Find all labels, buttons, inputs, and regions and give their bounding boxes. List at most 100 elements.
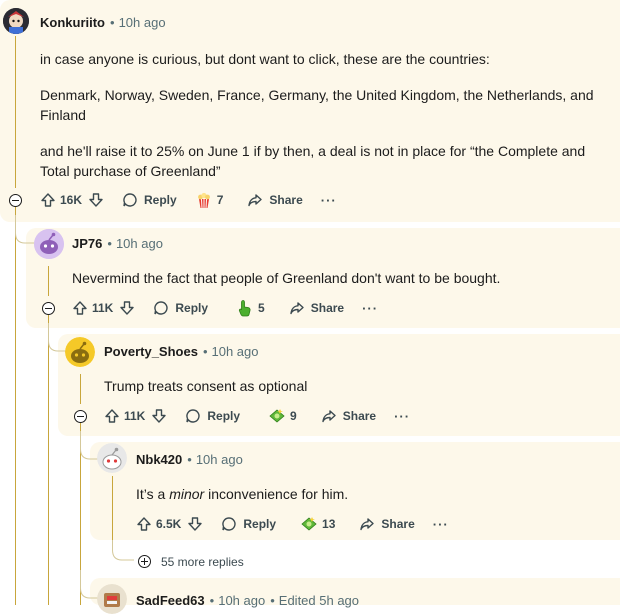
downvote-icon[interactable] xyxy=(88,192,104,208)
vote-group: 16K xyxy=(40,192,104,208)
more-replies-link[interactable]: 55 more replies xyxy=(161,555,244,569)
comment-actions: 11K Reply 5 Share ··· xyxy=(72,296,378,320)
vote-count: 16K xyxy=(60,193,83,207)
thread-line[interactable] xyxy=(112,476,113,550)
avatar-image xyxy=(65,337,95,367)
comment-paragraph: and he'll raise it to 25% on June 1 if b… xyxy=(40,143,586,179)
thread-line[interactable] xyxy=(80,374,81,404)
reply-button[interactable]: Reply xyxy=(221,516,276,532)
separator-dot: • xyxy=(107,236,112,251)
comment-body: Trump treats consent as optional xyxy=(104,378,308,394)
downvote-icon[interactable] xyxy=(151,408,167,424)
avatar-image xyxy=(3,8,29,34)
timestamp[interactable]: 10h ago xyxy=(218,593,265,608)
expand-replies-icon[interactable] xyxy=(138,555,151,568)
pointing-hand-icon xyxy=(238,300,251,317)
comment-text-emphasis: minor xyxy=(169,486,205,502)
downvote-icon[interactable] xyxy=(119,300,135,316)
reply-button[interactable]: Reply xyxy=(153,300,208,316)
avatar-image xyxy=(97,584,127,614)
timestamp[interactable]: 10h ago xyxy=(196,452,243,467)
username[interactable]: Konkuriito xyxy=(40,15,105,30)
reply-label: Reply xyxy=(144,193,177,207)
username[interactable]: Poverty_Shoes xyxy=(104,344,198,359)
award-button[interactable]: 9 xyxy=(268,407,303,425)
upvote-icon[interactable] xyxy=(72,300,88,316)
comment-body: in case anyone is curious, but dont want… xyxy=(40,49,605,197)
award-button[interactable]: 7 xyxy=(195,191,230,209)
popcorn-icon xyxy=(197,192,210,209)
timestamp[interactable]: 10h ago xyxy=(116,236,163,251)
comment-bubble-icon xyxy=(154,301,169,315)
award-count: 5 xyxy=(258,301,265,315)
vote-count: 6.5K xyxy=(156,517,182,531)
timestamp[interactable]: 10h ago xyxy=(212,344,259,359)
share-icon xyxy=(290,302,304,315)
thread-line[interactable] xyxy=(15,207,16,605)
comment-actions: 6.5K Reply 13 Share ··· xyxy=(136,512,449,536)
comment-text: inconvenience for him. xyxy=(204,486,349,502)
award-button[interactable]: 13 xyxy=(300,515,341,533)
share-label: Share xyxy=(269,193,303,207)
comment-header: Poverty_Shoes • 10h ago xyxy=(104,344,259,359)
share-icon xyxy=(360,518,375,531)
more-options-button[interactable]: ··· xyxy=(433,517,449,532)
thread-line[interactable] xyxy=(15,36,16,188)
avatar[interactable] xyxy=(34,229,64,259)
comment-paragraph: in case anyone is curious, but dont want… xyxy=(40,51,490,67)
timestamp[interactable]: 10h ago xyxy=(119,15,166,30)
more-options-button[interactable]: ··· xyxy=(362,301,378,316)
thread-line[interactable] xyxy=(48,266,49,296)
comment-text: It’s a xyxy=(136,486,170,502)
collapse-thread-button[interactable] xyxy=(9,194,22,207)
more-options-button[interactable]: ··· xyxy=(321,193,337,208)
vote-count: 11K xyxy=(92,301,114,315)
award-button[interactable]: 5 xyxy=(236,299,271,317)
edited-timestamp: Edited 5h ago xyxy=(278,593,360,608)
thread-line[interactable] xyxy=(48,315,49,605)
avatar[interactable] xyxy=(3,8,29,34)
comment-header: JP76 • 10h ago xyxy=(72,236,163,251)
comment-header: Nbk420 • 10h ago xyxy=(136,452,243,467)
separator-dot: • xyxy=(202,344,208,359)
reply-button[interactable]: Reply xyxy=(185,408,240,424)
share-button[interactable]: Share xyxy=(359,516,415,532)
separator-dot: • xyxy=(110,15,115,30)
comment-bubble-icon xyxy=(123,193,137,207)
comment-header: Konkuriito • 10h ago xyxy=(40,15,166,30)
separator-dot: • xyxy=(187,452,192,467)
comment-body: Nevermind the fact that people of Greenl… xyxy=(72,270,501,286)
share-label: Share xyxy=(342,409,377,423)
share-button[interactable]: Share xyxy=(321,408,376,424)
thread-branch xyxy=(112,540,134,561)
separator-dot: • xyxy=(209,593,215,608)
username[interactable]: SadFeed63 xyxy=(136,593,205,608)
more-options-button[interactable]: ··· xyxy=(394,409,410,424)
comment-bubble-icon xyxy=(222,517,237,531)
vote-count: 11K xyxy=(124,409,146,423)
reply-label: Reply xyxy=(175,301,209,315)
award-count: 13 xyxy=(322,517,336,531)
username[interactable]: Nbk420 xyxy=(136,452,182,467)
avatar[interactable] xyxy=(97,584,127,614)
share-icon xyxy=(248,194,263,207)
username[interactable]: JP76 xyxy=(72,236,102,251)
upvote-icon[interactable] xyxy=(136,516,152,532)
comment-header: SadFeed63 • 10h ago • Edited 5h ago xyxy=(136,593,359,608)
avatar-image xyxy=(97,443,127,473)
downvote-icon[interactable] xyxy=(187,516,203,532)
collapse-thread-button[interactable] xyxy=(74,410,87,423)
upvote-icon[interactable] xyxy=(40,192,56,208)
collapse-thread-button[interactable] xyxy=(42,302,55,315)
avatar[interactable] xyxy=(97,443,127,473)
share-button[interactable]: Share xyxy=(289,300,344,316)
avatar[interactable] xyxy=(65,337,95,367)
share-icon xyxy=(322,410,336,423)
comment-bubble-icon xyxy=(186,409,201,423)
reply-button[interactable]: Reply xyxy=(122,192,177,208)
upvote-icon[interactable] xyxy=(104,408,120,424)
separator-dot: • xyxy=(270,593,275,608)
comment-paragraph: Denmark, Norway, Sweden, France, Germany… xyxy=(40,87,594,123)
share-label: Share xyxy=(381,517,415,531)
share-button[interactable]: Share xyxy=(247,192,303,208)
